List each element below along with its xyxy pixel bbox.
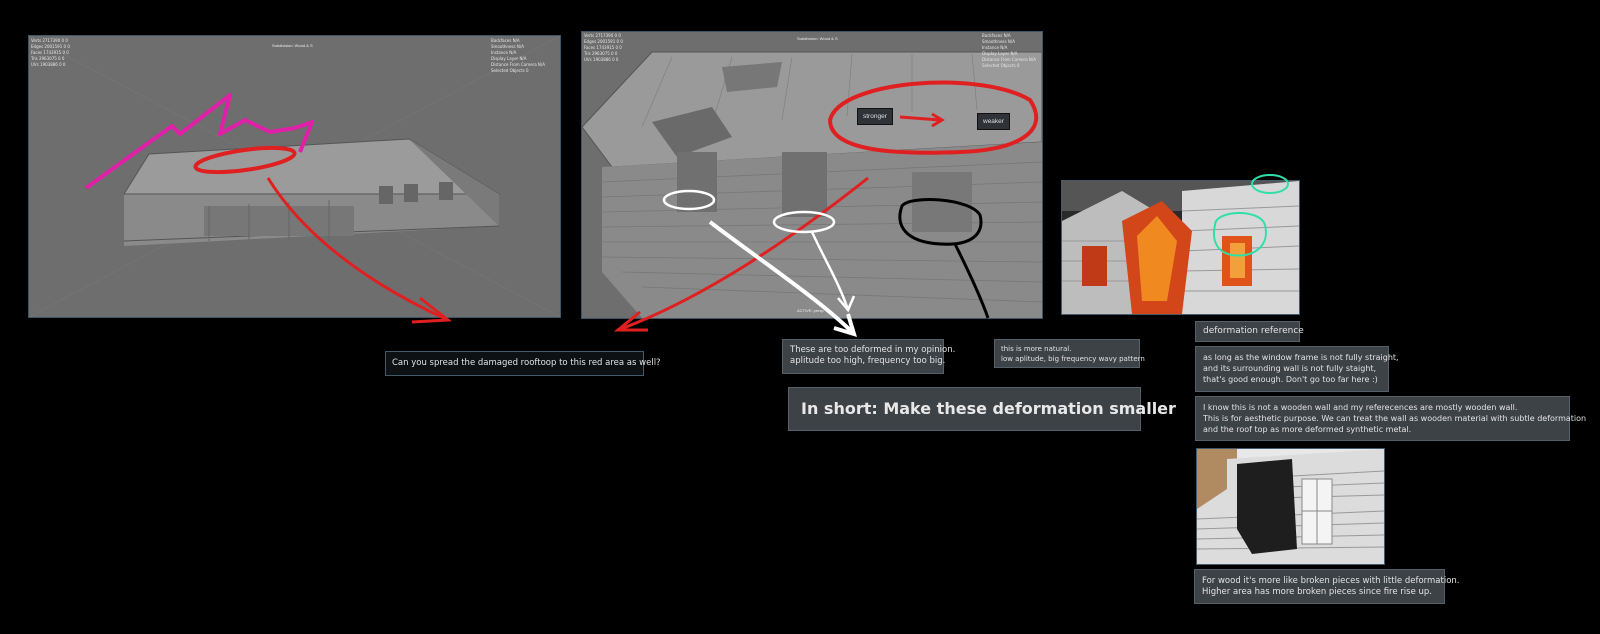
house-model-1	[29, 36, 560, 317]
viewport-2[interactable]: Verts 2717390 0 0 Edges 2001591 0 0 Face…	[581, 31, 1043, 319]
note-text: that's good enough. Don't go too far her…	[1203, 375, 1378, 384]
stat-line: UVs 1903886 0 0	[31, 62, 66, 67]
viewport-1[interactable]: Verts 2717390 0 0 Edges 2001591 0 0 Face…	[28, 35, 561, 318]
note-spread-rooftop: Can you spread the damaged rooftoop to t…	[385, 351, 661, 376]
note-in-short: In short: Make these deformation smaller	[788, 387, 1176, 431]
viewport-2-stats-right: Backfaces N/A Smoothness N/A Instance N/…	[982, 33, 1036, 69]
note-broken-pieces: For wood it's more like broken pieces wi…	[1194, 569, 1460, 604]
note-deformation-reference: deformation reference	[1195, 321, 1304, 342]
note-window-frame: as long as the window frame is not fully…	[1195, 346, 1399, 392]
note-text: and its surrounding wall is not fully st…	[1203, 364, 1377, 373]
note-text: This is for aesthetic purpose. We can tr…	[1203, 414, 1587, 423]
burning-house-photo	[1061, 180, 1300, 315]
damaged-wall-photo	[1196, 448, 1385, 565]
note-text: as long as the window frame is not fully…	[1203, 353, 1399, 362]
stat-line: Selected Objects 0	[491, 68, 529, 73]
note-more-natural: this is more natural. low aplitude, big …	[994, 339, 1145, 368]
note-wooden-wall: I know this is not a wooden wall and my …	[1195, 396, 1587, 441]
viewport-2-title: Subdivision: Wood & S	[797, 36, 838, 41]
note-too-deformed: These are too deformed in my opinion. ap…	[782, 339, 956, 374]
note-text: For wood it's more like broken pieces wi…	[1202, 576, 1460, 586]
note-text: Can you spread the damaged rooftoop to t…	[392, 358, 661, 368]
viewport-1-stats-right: Backfaces N/A Smoothness N/A Instance N/…	[491, 38, 545, 74]
house-model-2	[582, 51, 1042, 318]
viewport-2-stats-left: Verts 2717390 0 0 Edges 2001591 0 0 Face…	[584, 33, 623, 63]
stat-line: Selected Objects 0	[982, 63, 1020, 68]
note-text: I know this is not a wooden wall and my …	[1203, 403, 1518, 412]
damaged-wall-image	[1197, 449, 1384, 564]
note-text: Higher area has more broken pieces since…	[1202, 587, 1433, 597]
note-text: this is more natural.	[1001, 345, 1072, 353]
weaker-tag: weaker	[977, 113, 1010, 130]
viewport-2-footer: ACTIVE: persp	[797, 308, 824, 313]
note-text: These are too deformed in my opinion.	[790, 345, 956, 355]
note-text: and the roof top as more deformed synthe…	[1203, 425, 1412, 434]
note-text: deformation reference	[1203, 326, 1304, 336]
burning-house-image	[1062, 181, 1299, 314]
viewport-1-stats-left: Verts 2717390 0 0 Edges 2001591 0 0 Face…	[31, 38, 70, 68]
stronger-tag: stronger	[857, 108, 893, 125]
stat-line: UVs 1903886 0 0	[584, 57, 619, 62]
viewport-1-title: Subdivision: Wood & S	[272, 43, 313, 48]
note-text: aplitude too high, frequency too big.	[790, 356, 946, 366]
note-text: low aplitude, big frequency wavy pattern	[1001, 355, 1145, 363]
note-text: In short: Make these deformation smaller	[801, 399, 1176, 418]
